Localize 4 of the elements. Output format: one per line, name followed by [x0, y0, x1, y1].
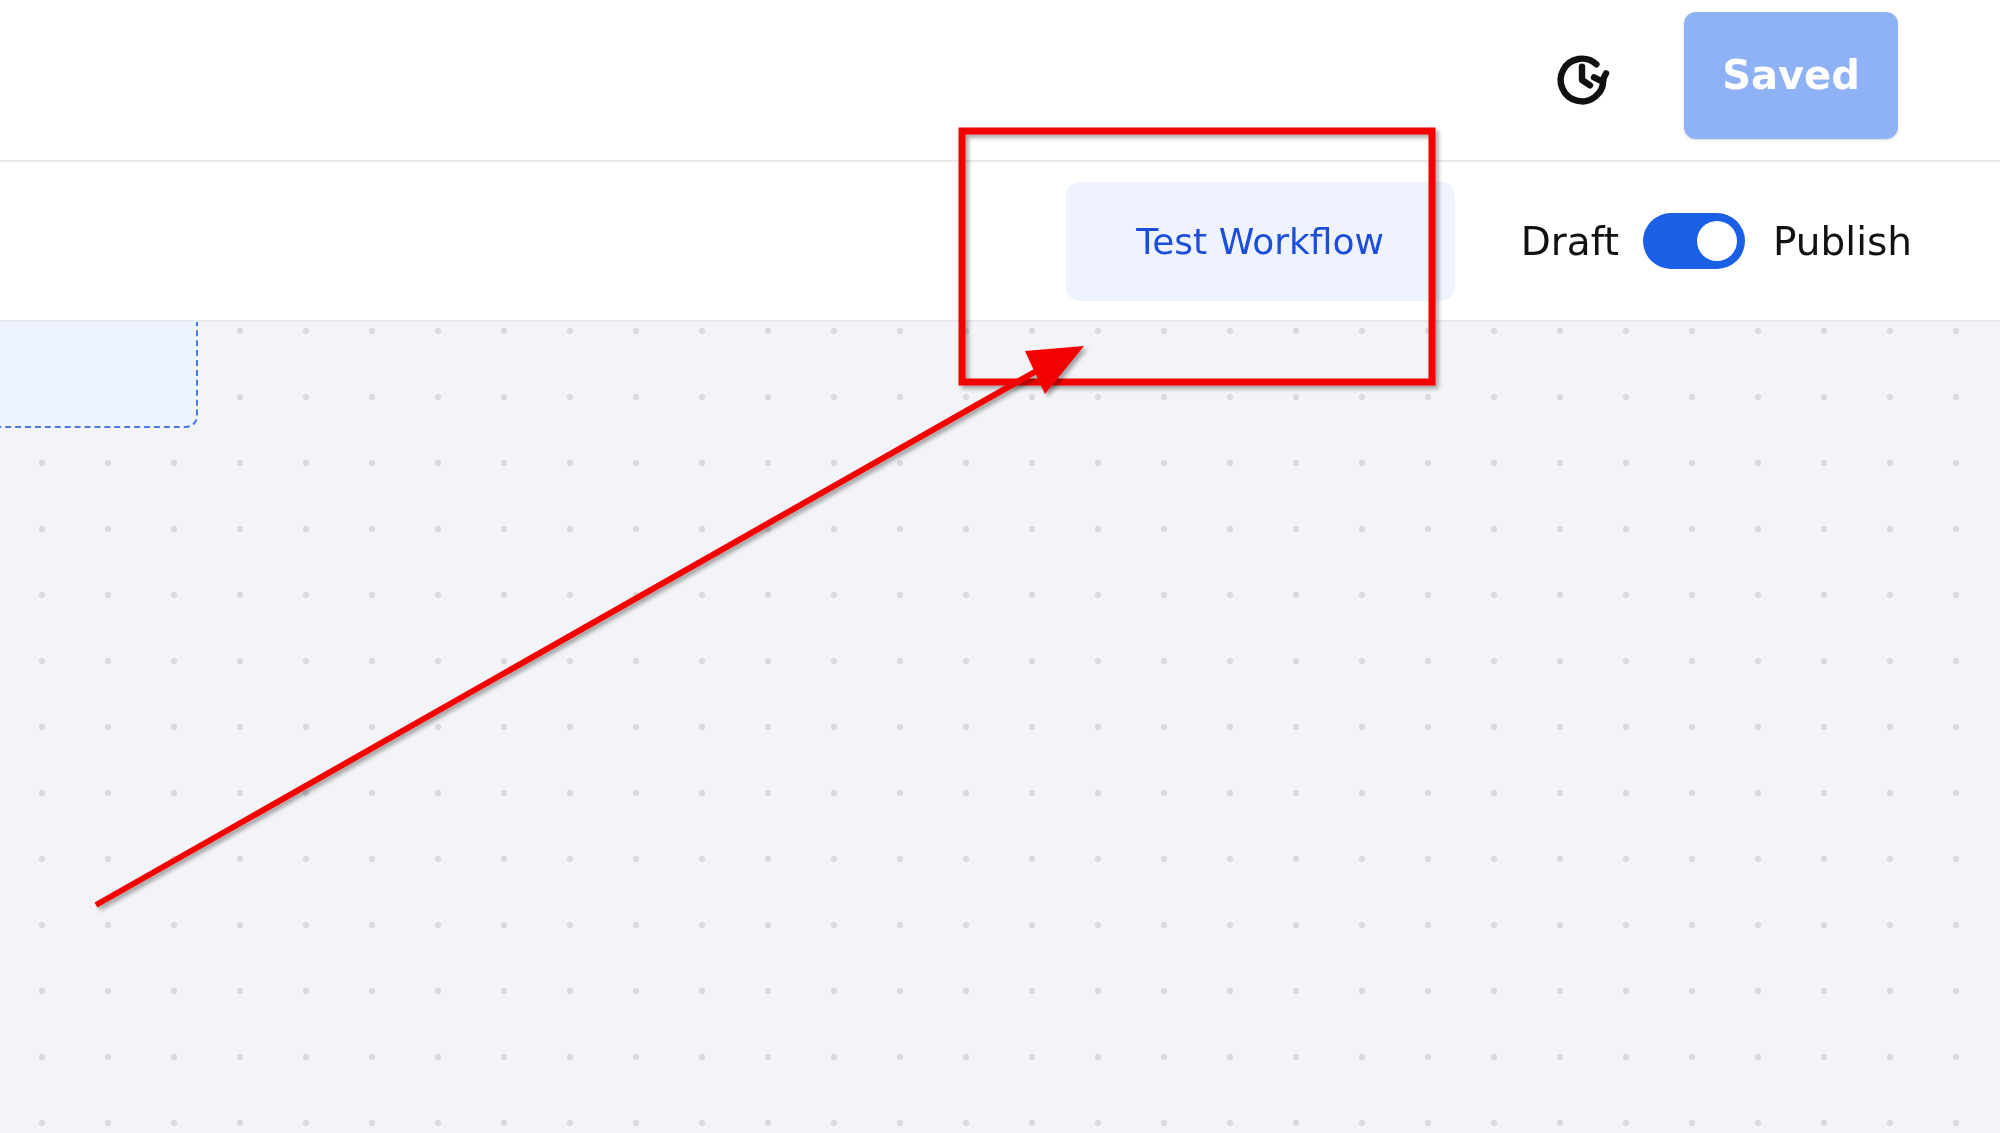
- test-workflow-button[interactable]: Test Workflow: [1065, 181, 1455, 301]
- publish-toggle[interactable]: [1643, 213, 1745, 269]
- publish-label: Publish: [1773, 218, 1912, 264]
- draft-label: Draft: [1520, 218, 1619, 264]
